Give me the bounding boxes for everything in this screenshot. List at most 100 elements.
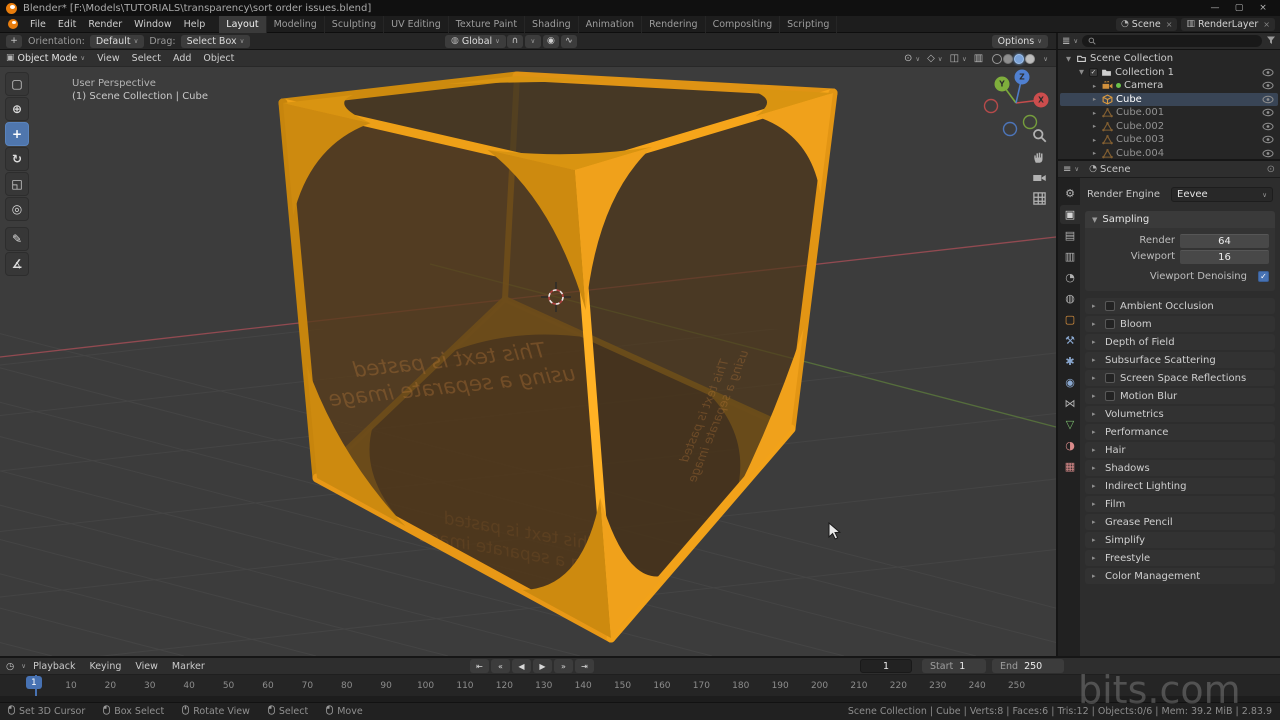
zoom-icon[interactable] xyxy=(1032,128,1047,143)
transform-tool-button[interactable]: ◎ xyxy=(5,197,29,221)
maximize-button[interactable]: ▢ xyxy=(1228,1,1250,15)
ortho-toggle-icon[interactable] xyxy=(1032,191,1047,206)
transform-orientation-dropdown[interactable]: ◍ Global ∨ xyxy=(445,34,506,48)
current-frame-field[interactable]: 1 xyxy=(860,659,912,673)
timeline-menu-marker[interactable]: Marker xyxy=(165,661,212,672)
visibility-eye-icon[interactable] xyxy=(1262,108,1274,117)
sampling-panel-header[interactable]: ▼ Sampling xyxy=(1085,211,1275,228)
panel-performance[interactable]: ▸ Performance xyxy=(1085,424,1275,440)
properties-tab-world[interactable]: ◍ xyxy=(1060,289,1080,308)
panel-checkbox[interactable] xyxy=(1105,391,1115,401)
panel-screen-space-reflections[interactable]: ▸ Screen Space Reflections xyxy=(1085,370,1275,386)
properties-tab-object-data[interactable]: ▽ xyxy=(1060,415,1080,434)
panel-motion-blur[interactable]: ▸ Motion Blur xyxy=(1085,388,1275,404)
visibility-dropdown[interactable]: ⊙ ∨ xyxy=(902,53,922,64)
gizmos-toggle[interactable]: ◇ ∨ xyxy=(925,53,944,64)
snap-dropdown[interactable]: ∨ xyxy=(524,34,541,48)
pin-icon[interactable]: ⊙ xyxy=(1267,164,1275,175)
properties-tab-constraints[interactable]: ⋈ xyxy=(1060,394,1080,413)
scale-tool-button[interactable]: ◱ xyxy=(5,172,29,196)
panel-subsurface-scattering[interactable]: ▸ Subsurface Scattering xyxy=(1085,352,1275,368)
snap-magnet-toggle[interactable]: ∩ xyxy=(506,34,523,48)
workspace-tab-texture-paint[interactable]: Texture Paint xyxy=(449,15,526,33)
workspace-tab-compositing[interactable]: Compositing xyxy=(706,15,781,33)
visibility-eye-icon[interactable] xyxy=(1262,122,1274,131)
panel-checkbox[interactable] xyxy=(1105,373,1115,383)
view-layer-selector[interactable]: ▥ RenderLayer × xyxy=(1181,17,1275,31)
timeline-menu-playback[interactable]: Playback xyxy=(26,661,82,672)
viewport-menu-view[interactable]: View xyxy=(91,53,126,64)
outliner-row-scene-collection[interactable]: ▼ Scene Collection xyxy=(1060,52,1278,66)
outliner-row-cube-001[interactable]: ▸ Cube.001 xyxy=(1060,106,1278,120)
properties-tab-scene[interactable]: ◔ xyxy=(1060,268,1080,287)
workspace-tab-uv-editing[interactable]: UV Editing xyxy=(384,15,449,33)
minimize-button[interactable]: — xyxy=(1204,1,1226,15)
outliner-search-input[interactable] xyxy=(1082,35,1262,47)
menu-edit[interactable]: Edit xyxy=(52,19,82,30)
render-engine-dropdown[interactable]: Eevee ∨ xyxy=(1171,187,1273,202)
properties-tab-render[interactable]: ▣ xyxy=(1060,205,1080,224)
menu-file[interactable]: File xyxy=(24,19,52,30)
frame-start-field[interactable]: Start 1 xyxy=(922,659,986,673)
properties-tab-tool[interactable]: ⚙ xyxy=(1060,184,1080,203)
next-keyframe-button[interactable]: » xyxy=(554,659,573,673)
3d-viewport[interactable]: ▣ Object Mode ∨ View Select Add Object ⊙… xyxy=(0,50,1056,656)
outliner-row-collection-1[interactable]: ▼ ✓ Collection 1 xyxy=(1060,66,1278,80)
outliner-row-cube-004[interactable]: ▸ Cube.004 xyxy=(1060,147,1278,160)
visibility-eye-icon[interactable] xyxy=(1262,149,1274,158)
disclosure-right-icon[interactable]: ▸ xyxy=(1090,95,1099,103)
close-button[interactable]: × xyxy=(1252,1,1274,15)
workspace-tab-sculpting[interactable]: Sculpting xyxy=(325,15,385,33)
play-reverse-button[interactable]: ◀ xyxy=(512,659,531,673)
unlink-view-layer-icon[interactable]: × xyxy=(1263,20,1270,29)
move-tool-button[interactable]: + xyxy=(5,122,29,146)
timeline-menu-keying[interactable]: Keying xyxy=(82,661,128,672)
panel-checkbox[interactable] xyxy=(1105,301,1115,311)
viewport-menu-select[interactable]: Select xyxy=(126,53,167,64)
viewport-menu-object[interactable]: Object xyxy=(197,53,240,64)
panel-film[interactable]: ▸ Film xyxy=(1085,496,1275,512)
annotate-tool-button[interactable]: ✎ xyxy=(5,227,29,251)
panel-shadows[interactable]: ▸ Shadows xyxy=(1085,460,1275,476)
jump-to-end-button[interactable]: ⇥ xyxy=(575,659,594,673)
unlink-scene-icon[interactable]: × xyxy=(1166,20,1173,29)
pan-hand-icon[interactable] xyxy=(1032,149,1047,164)
panel-hair[interactable]: ▸ Hair xyxy=(1085,442,1275,458)
menu-help[interactable]: Help xyxy=(178,19,212,30)
workspace-tab-animation[interactable]: Animation xyxy=(579,15,643,33)
workspace-tab-modeling[interactable]: Modeling xyxy=(267,15,325,33)
collection-checkbox[interactable]: ✓ xyxy=(1089,67,1098,77)
properties-tab-physics[interactable]: ◉ xyxy=(1060,373,1080,392)
disclosure-right-icon[interactable]: ▸ xyxy=(1090,149,1099,157)
panel-grease-pencil[interactable]: ▸ Grease Pencil xyxy=(1085,514,1275,530)
disclosure-down-icon[interactable]: ▼ xyxy=(1077,68,1086,76)
rotate-tool-button[interactable]: ↻ xyxy=(5,147,29,171)
disclosure-down-icon[interactable]: ▼ xyxy=(1064,55,1073,63)
prev-keyframe-button[interactable]: « xyxy=(491,659,510,673)
play-button[interactable]: ▶ xyxy=(533,659,552,673)
camera-view-icon[interactable] xyxy=(1032,170,1047,185)
select-box-tool-button[interactable]: ▢ xyxy=(5,72,29,96)
properties-tab-output[interactable]: ▤ xyxy=(1060,226,1080,245)
outliner-row-cube-003[interactable]: ▸ Cube.003 xyxy=(1060,133,1278,147)
viewport-canvas[interactable]: This text is pastedusing a separate imag… xyxy=(0,67,1056,656)
outliner-row-cube[interactable]: ▸ Cube xyxy=(1060,92,1278,106)
panel-simplify[interactable]: ▸ Simplify xyxy=(1085,532,1275,548)
shading-material-button[interactable] xyxy=(1014,53,1025,64)
panel-checkbox[interactable] xyxy=(1105,319,1115,329)
viewport-denoising-checkbox[interactable]: ✓ xyxy=(1258,271,1269,282)
jump-to-start-button[interactable]: ⇤ xyxy=(470,659,489,673)
timeline-editor-icon[interactable]: ◷ xyxy=(0,661,18,672)
shading-solid-button[interactable] xyxy=(1003,53,1014,64)
menu-window[interactable]: Window xyxy=(128,19,177,30)
panel-bloom[interactable]: ▸ Bloom xyxy=(1085,316,1275,332)
workspace-tab-layout[interactable]: Layout xyxy=(219,15,267,33)
shading-wireframe-button[interactable] xyxy=(992,53,1003,64)
title-bar[interactable]: Blender* [F:\Models\TUTORIALS\transparen… xyxy=(0,0,1280,16)
scene-selector[interactable]: ◔ Scene × xyxy=(1115,17,1178,31)
workspace-tab-scripting[interactable]: Scripting xyxy=(780,15,838,33)
panel-volumetrics[interactable]: ▸ Volumetrics xyxy=(1085,406,1275,422)
cursor-tool-button[interactable]: ⊕ xyxy=(5,97,29,121)
visibility-eye-icon[interactable] xyxy=(1262,68,1274,77)
workspace-tab-shading[interactable]: Shading xyxy=(525,15,579,33)
